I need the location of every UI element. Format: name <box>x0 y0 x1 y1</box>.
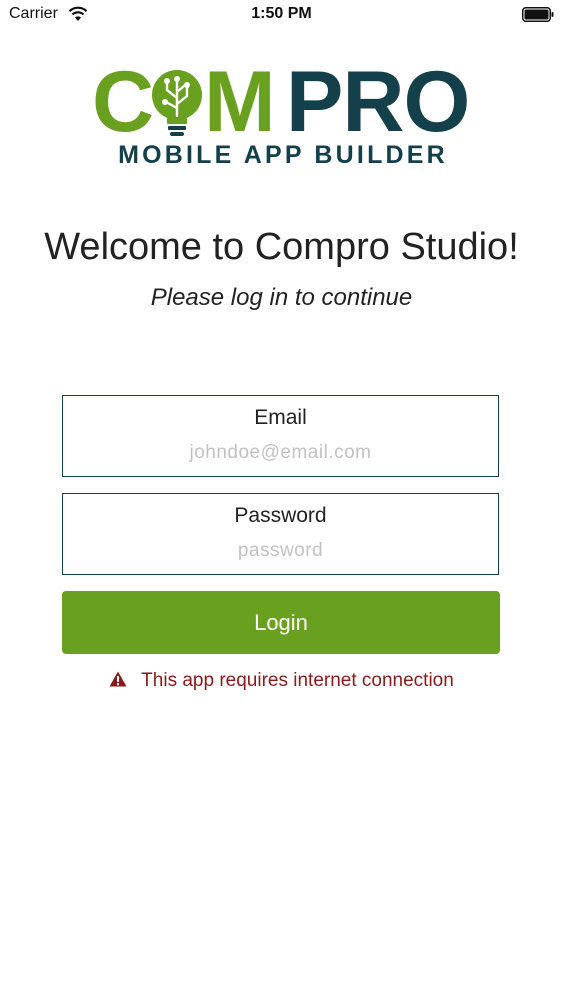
logo-tagline: MOBILE APP BUILDER <box>118 141 448 169</box>
status-time: 1:50 PM <box>251 5 312 22</box>
connection-warning: This app requires internet connection <box>0 670 563 692</box>
password-field[interactable]: Password <box>62 493 499 575</box>
page-title: Welcome to Compro Studio! <box>44 226 519 268</box>
login-button[interactable]: Login <box>62 591 500 654</box>
warning-triangle-icon <box>109 671 127 687</box>
email-label: Email <box>254 406 307 429</box>
warning-text: This app requires internet connection <box>141 670 454 691</box>
lightbulb-icon <box>152 70 202 136</box>
password-label: Password <box>234 504 327 527</box>
page-subtitle: Please log in to continue <box>150 284 413 311</box>
email-input[interactable] <box>73 440 488 466</box>
logo-wordmark: C M PRO <box>90 54 474 150</box>
logo-letter-m: M <box>204 54 276 150</box>
email-field[interactable]: Email <box>62 395 499 477</box>
logo-letters-pro: PRO <box>286 54 470 150</box>
battery-icon <box>522 7 554 22</box>
compro-logo: C M PRO MOBILE APP BUILDER <box>90 54 474 172</box>
password-input[interactable] <box>73 538 488 564</box>
status-bar: Carrier 1:50 PM <box>0 0 563 30</box>
logo-letter-c: C <box>92 54 154 150</box>
